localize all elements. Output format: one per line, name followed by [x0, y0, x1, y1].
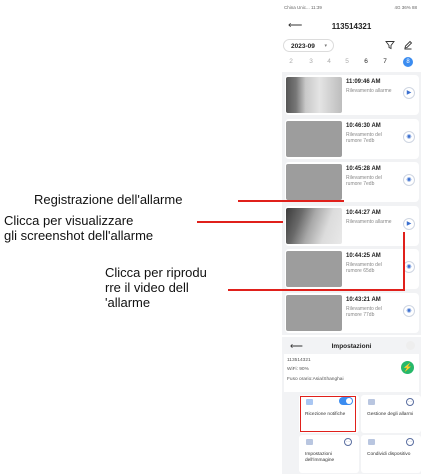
- recording-description: Rilevamento del rumore 65db: [346, 262, 382, 274]
- tile-label: Condividi dispositivo: [367, 452, 411, 457]
- share-icon: [368, 439, 375, 445]
- tile-share-device[interactable]: ··· Condividi dispositivo: [361, 435, 421, 473]
- alarm-screenshot-thumbnail[interactable]: [286, 77, 342, 113]
- alarm-screenshot-thumbnail[interactable]: [286, 295, 342, 331]
- recording-card[interactable]: 10:45:28 AM Rilevamento del rumore 7edb ◉: [285, 162, 419, 202]
- recording-description: Rilevamento del rumore 77db: [346, 306, 382, 318]
- status-carrier-time: China Unic... 11:39: [284, 5, 322, 10]
- annotation-video-line2: rre il video dell: [105, 280, 189, 295]
- annotation-screenshot-line1: Clicca per visualizzare: [4, 213, 134, 228]
- alarm-icon: [368, 399, 375, 405]
- device-title: 113514321: [331, 22, 372, 31]
- recording-card[interactable]: 10:46:30 AM Rilevamento del rumore 7edb ◉: [285, 119, 419, 159]
- day-2[interactable]: 2: [286, 58, 296, 65]
- device-id: 113514321: [287, 358, 311, 363]
- tile-label: Impostazioni dell'immagine: [305, 452, 335, 463]
- recording-time: 10:43:21 AM: [346, 297, 381, 303]
- recording-time: 11:09:46 AM: [346, 79, 381, 85]
- recording-list: 11:09:46 AM Rilevamento allarme ▶ 10:46:30 …: [282, 72, 421, 335]
- recording-card[interactable]: 10:44:27 AM Rilevamento allarme ▶: [285, 206, 419, 246]
- recording-time: 10:44:25 AM: [346, 253, 381, 259]
- alarm-screenshot-thumbnail[interactable]: [286, 251, 342, 287]
- annotation-line: [197, 221, 283, 223]
- day-7[interactable]: 7: [380, 58, 390, 65]
- wifi-strength: WiFi: 90%: [287, 367, 309, 372]
- power-icon[interactable]: ⚡: [401, 361, 414, 374]
- alarm-screenshot-thumbnail[interactable]: [286, 164, 342, 200]
- settings-title: Impostazioni: [331, 343, 372, 350]
- recording-time: 10:44:27 AM: [346, 210, 381, 216]
- timezone: Fuso orario:Asia/Shanghai: [287, 377, 344, 382]
- recording-time: 10:46:30 AM: [346, 123, 381, 129]
- tile-label: Gestione degli allarmi: [367, 412, 414, 417]
- day-3[interactable]: 3: [306, 58, 316, 65]
- play-video-icon[interactable]: ▶: [403, 87, 415, 99]
- recording-time: 10:45:28 AM: [346, 166, 381, 172]
- chevron-down-icon: ▾: [324, 43, 327, 49]
- annotation-video-line1: Clicca per riprodu: [105, 265, 207, 280]
- alarm-screenshot-thumbnail[interactable]: [286, 121, 342, 157]
- audio-icon[interactable]: ◉: [403, 131, 415, 143]
- recording-card[interactable]: 11:09:46 AM Rilevamento allarme ▶: [285, 75, 419, 115]
- more-icon[interactable]: ···: [406, 438, 414, 446]
- more-icon[interactable]: ···: [406, 398, 414, 406]
- play-video-icon[interactable]: ▶: [403, 218, 415, 230]
- recording-card[interactable]: 10:44:25 AM Rilevamento del rumore 65db ◉: [285, 249, 419, 289]
- device-info-card: 113514321 WiFi: 90% Fuso orario:Asia/Sha…: [284, 354, 419, 392]
- edit-icon[interactable]: [403, 40, 413, 50]
- records-screen: China Unic... 11:39 4G 36% 88 ⟵ 11351432…: [282, 0, 421, 335]
- day-6[interactable]: 6: [361, 58, 371, 65]
- alarm-screenshot-thumbnail[interactable]: [286, 208, 342, 244]
- annotation-line: [228, 289, 405, 291]
- audio-icon[interactable]: ◉: [403, 174, 415, 186]
- help-icon[interactable]: [406, 341, 415, 350]
- recording-description: Rilevamento del rumore 7edb: [346, 132, 382, 144]
- audio-icon[interactable]: ◉: [403, 305, 415, 317]
- tile-alarm-management[interactable]: ··· Gestione degli allarmi: [361, 395, 421, 433]
- annotation-line: [238, 200, 344, 202]
- status-bar: China Unic... 11:39 4G 36% 88: [282, 0, 421, 14]
- tile-image-settings[interactable]: ··· Impostazioni dell'immagine: [299, 435, 359, 473]
- notifications-highlight: [300, 396, 356, 432]
- month-selector[interactable]: 2023-09 ▾: [283, 39, 334, 52]
- recording-description: Rilevamento del rumore 7edb: [346, 175, 382, 187]
- month-label: 2023-09: [291, 43, 315, 50]
- recording-description: Rilevamento allarme: [346, 219, 392, 225]
- status-indicators: 4G 36% 88: [394, 5, 417, 10]
- recording-card[interactable]: 10:43:21 AM Rilevamento del rumore 77db ◉: [285, 293, 419, 333]
- image-icon: [306, 439, 313, 445]
- day-8[interactable]: 8: [403, 57, 413, 67]
- annotation-line: [403, 232, 405, 291]
- more-icon[interactable]: ···: [344, 438, 352, 446]
- annotation-video-line3: 'allarme: [105, 295, 151, 310]
- recording-description: Rilevamento allarme: [346, 88, 392, 94]
- filter-icon[interactable]: [385, 40, 395, 50]
- annotation-screenshot-line2: gli screenshot dell'allarme: [4, 228, 154, 243]
- annotation-alarm-recording: Registrazione dell'allarme: [34, 192, 183, 207]
- day-4[interactable]: 4: [324, 58, 334, 65]
- day-5[interactable]: 5: [342, 58, 352, 65]
